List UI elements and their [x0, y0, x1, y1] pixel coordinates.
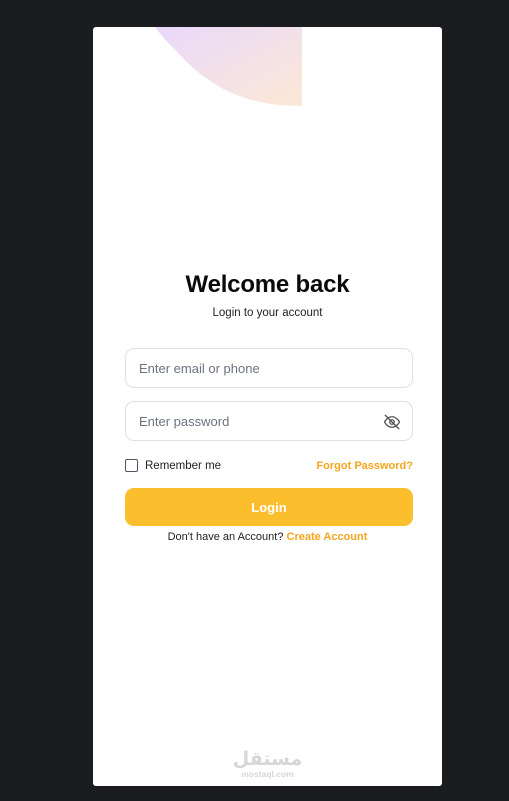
password-input[interactable] [126, 402, 412, 440]
watermark-site: mostaql.com [241, 769, 294, 779]
create-account-link[interactable]: Create Account [287, 531, 368, 543]
forgot-password-link[interactable]: Forgot Password? [316, 460, 413, 472]
watermark-logo: مستقل [232, 748, 303, 770]
page-title: Welcome back [185, 271, 350, 298]
remember-me-toggle[interactable]: Remember me [125, 459, 221, 472]
password-field-container [125, 401, 413, 441]
login-button[interactable]: Login [125, 488, 413, 526]
remember-me-label: Remember me [145, 459, 222, 472]
email-input[interactable] [126, 349, 412, 387]
login-card: Welcome back Login to your account Remem… [93, 27, 442, 786]
decorative-gradient-shape [155, 27, 302, 106]
signup-prompt-text: Don't have an Account? [167, 531, 287, 543]
page-subtitle: Login to your account [212, 307, 323, 319]
remember-me-checkbox[interactable] [125, 459, 138, 472]
options-row: Remember me Forgot Password? [125, 459, 413, 475]
signup-prompt: Don't have an Account? Create Account [93, 531, 442, 543]
eye-off-icon[interactable] [383, 413, 401, 431]
email-field-container [125, 348, 413, 388]
watermark: مستقل mostaql.com [93, 749, 442, 779]
